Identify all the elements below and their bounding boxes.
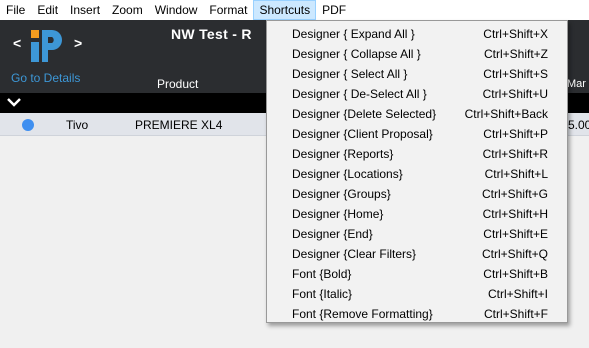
menu-item-label: Designer { De-Select All } bbox=[292, 87, 427, 101]
menu-item-delete-selected[interactable]: Designer {Delete Selected} Ctrl+Shift+Ba… bbox=[267, 104, 567, 124]
go-to-details-link[interactable]: Go to Details bbox=[11, 71, 80, 85]
menu-item-deselect-all[interactable]: Designer { De-Select All } Ctrl+Shift+U bbox=[267, 84, 567, 104]
menu-item-label: Designer {Locations} bbox=[292, 167, 403, 181]
menu-pdf[interactable]: PDF bbox=[316, 0, 352, 20]
ip-logo-icon bbox=[31, 30, 62, 62]
menu-item-locations[interactable]: Designer {Locations} Ctrl+Shift+L bbox=[267, 164, 567, 184]
prev-button[interactable]: < bbox=[13, 35, 21, 51]
menu-item-shortcut: Ctrl+Shift+P bbox=[483, 127, 548, 141]
menu-item-label: Font {Remove Formatting} bbox=[292, 307, 433, 321]
menu-item-font-italic[interactable]: Font {Italic} Ctrl+Shift+I bbox=[267, 284, 567, 304]
menu-item-shortcut: Ctrl+Shift+Z bbox=[483, 47, 548, 61]
menu-item-label: Designer {Delete Selected} bbox=[292, 107, 437, 121]
menu-insert[interactable]: Insert bbox=[64, 0, 106, 20]
menu-item-collapse-all[interactable]: Designer { Collapse All } Ctrl+Shift+Z bbox=[267, 44, 567, 64]
menu-item-client-proposal[interactable]: Designer {Client Proposal} Ctrl+Shift+P bbox=[267, 124, 567, 144]
menu-item-label: Designer {Groups} bbox=[292, 187, 391, 201]
menu-item-label: Designer {Reports} bbox=[292, 147, 394, 161]
menu-edit[interactable]: Edit bbox=[31, 0, 64, 20]
menu-file[interactable]: File bbox=[0, 0, 31, 20]
column-header-partial[interactable]: Mar bbox=[567, 78, 586, 90]
menu-item-label: Designer {Clear Filters} bbox=[292, 247, 417, 261]
menu-item-expand-all[interactable]: Designer { Expand All } Ctrl+Shift+X bbox=[267, 24, 567, 44]
menu-item-clear-filters[interactable]: Designer {Clear Filters} Ctrl+Shift+Q bbox=[267, 244, 567, 264]
menu-zoom[interactable]: Zoom bbox=[106, 0, 149, 20]
shortcuts-menu: Designer { Expand All } Ctrl+Shift+X Des… bbox=[266, 20, 568, 323]
menu-item-label: Designer {Home} bbox=[292, 207, 384, 221]
menu-item-label: Designer { Select All } bbox=[292, 67, 408, 81]
menu-item-font-bold[interactable]: Font {Bold} Ctrl+Shift+B bbox=[267, 264, 567, 284]
menu-item-shortcut: Ctrl+Shift+S bbox=[483, 67, 548, 81]
menu-item-label: Font {Italic} bbox=[292, 287, 353, 301]
menu-item-label: Designer {End} bbox=[292, 227, 373, 241]
column-header-product[interactable]: Product bbox=[157, 77, 198, 91]
menu-item-shortcut: Ctrl+Shift+E bbox=[483, 227, 548, 241]
menu-item-shortcut: Ctrl+Shift+B bbox=[483, 267, 548, 281]
menu-item-label: Designer {Client Proposal} bbox=[292, 127, 433, 141]
menu-item-label: Font {Bold} bbox=[292, 267, 352, 281]
menu-item-reports[interactable]: Designer {Reports} Ctrl+Shift+R bbox=[267, 144, 567, 164]
menu-item-groups[interactable]: Designer {Groups} Ctrl+Shift+G bbox=[267, 184, 567, 204]
menu-item-shortcut: Ctrl+Shift+U bbox=[482, 87, 548, 101]
menu-item-home[interactable]: Designer {Home} Ctrl+Shift+H bbox=[267, 204, 567, 224]
menu-item-shortcut: Ctrl+Shift+F bbox=[483, 307, 548, 321]
status-dot-icon bbox=[22, 119, 34, 131]
menu-shortcuts[interactable]: Shortcuts bbox=[253, 0, 317, 20]
menu-item-shortcut: Ctrl+Shift+Q bbox=[481, 247, 548, 261]
next-button[interactable]: > bbox=[74, 35, 82, 51]
menu-item-shortcut: Ctrl+Shift+I bbox=[487, 287, 548, 301]
menu-item-end[interactable]: Designer {End} Ctrl+Shift+E bbox=[267, 224, 567, 244]
page-title: NW Test - R bbox=[171, 26, 252, 42]
menu-window[interactable]: Window bbox=[149, 0, 204, 20]
menu-format[interactable]: Format bbox=[203, 0, 253, 20]
menu-item-shortcut: Ctrl+Shift+Back bbox=[464, 107, 548, 121]
menu-item-font-remove-formatting[interactable]: Font {Remove Formatting} Ctrl+Shift+F bbox=[267, 304, 567, 324]
menu-item-shortcut: Ctrl+Shift+G bbox=[481, 187, 548, 201]
menu-bar: File Edit Insert Zoom Window Format Shor… bbox=[0, 0, 589, 20]
cell-partial-value: 5.00 bbox=[568, 118, 589, 132]
chevron-down-icon[interactable] bbox=[5, 93, 23, 111]
menu-item-shortcut: Ctrl+Shift+R bbox=[482, 147, 548, 161]
cell-brand: Tivo bbox=[66, 118, 89, 132]
menu-item-shortcut: Ctrl+Shift+X bbox=[483, 27, 548, 41]
menu-item-shortcut: Ctrl+Shift+L bbox=[484, 167, 548, 181]
menu-item-shortcut: Ctrl+Shift+H bbox=[482, 207, 548, 221]
menu-item-select-all[interactable]: Designer { Select All } Ctrl+Shift+S bbox=[267, 64, 567, 84]
cell-product: PREMIERE XL4 bbox=[135, 118, 223, 132]
menu-item-label: Designer { Expand All } bbox=[292, 27, 415, 41]
menu-item-label: Designer { Collapse All } bbox=[292, 47, 421, 61]
